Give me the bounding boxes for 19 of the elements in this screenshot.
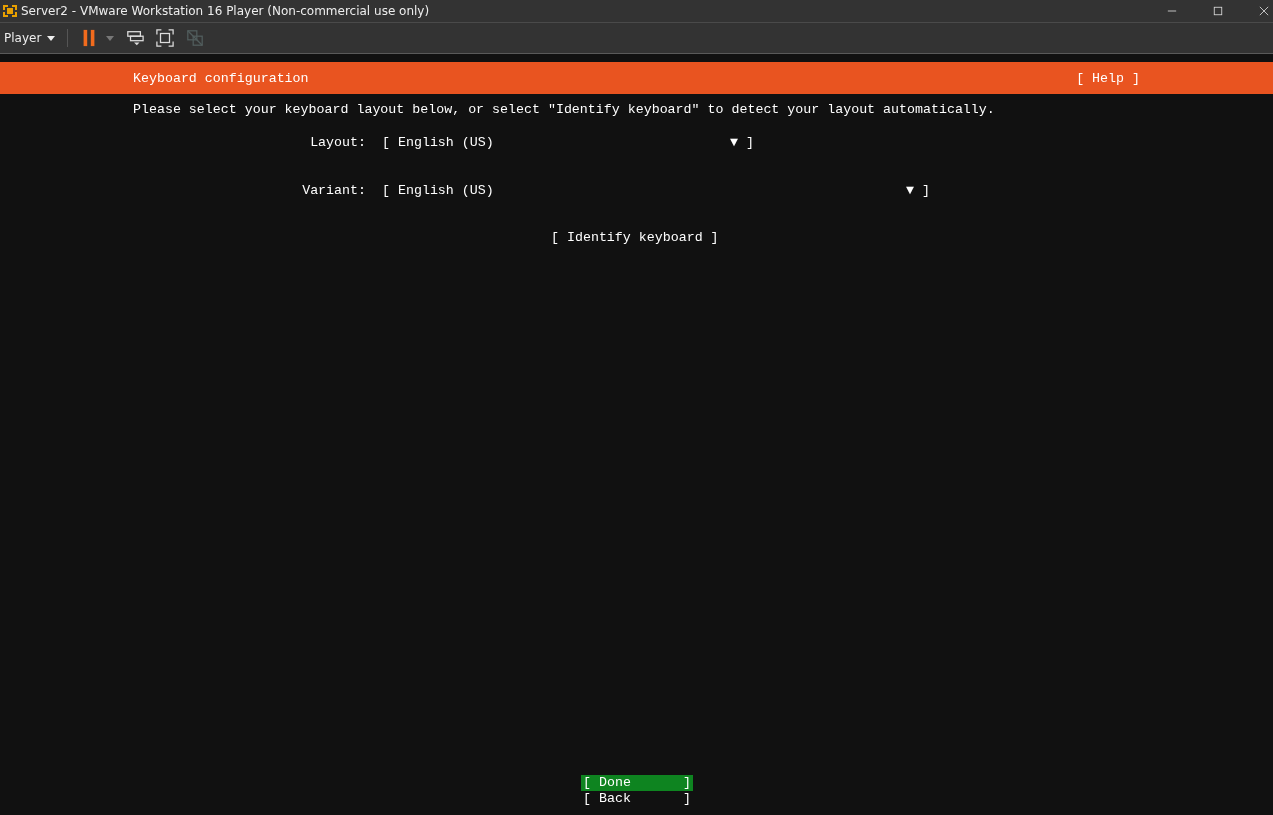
- identify-keyboard-button[interactable]: [ Identify keyboard ]: [551, 230, 719, 245]
- player-menu[interactable]: Player: [4, 31, 56, 45]
- help-button[interactable]: [ Help ]: [1076, 70, 1140, 86]
- app-icon: [2, 3, 18, 19]
- fullscreen-icon[interactable]: [156, 29, 175, 47]
- maximize-icon[interactable]: [1213, 6, 1223, 16]
- close-icon[interactable]: [1259, 6, 1269, 16]
- field-label: Variant:: [301, 182, 367, 198]
- window-title: Server2 - VMware Workstation 16 Player (Non-commercial use only): [21, 4, 430, 18]
- dropdown[interactable]: [ English (US) ▼ ]: [382, 134, 754, 150]
- screen-title: Keyboard configuration: [133, 70, 309, 86]
- caret-icon[interactable]: [106, 35, 115, 41]
- dropdown[interactable]: [ English (US) ▼ ]: [382, 182, 930, 198]
- instruction-text: Please select your keyboard layout below, or select "Identify keyboard" to detect your layout automatically.: [133, 102, 996, 118]
- nav-button[interactable]: [ Done ]: [581, 775, 693, 791]
- nav-button[interactable]: [ Back ]: [581, 791, 693, 807]
- caret-icon: [47, 35, 56, 41]
- field-label: Layout:: [309, 134, 367, 150]
- keyboard-send-icon[interactable]: [126, 29, 145, 47]
